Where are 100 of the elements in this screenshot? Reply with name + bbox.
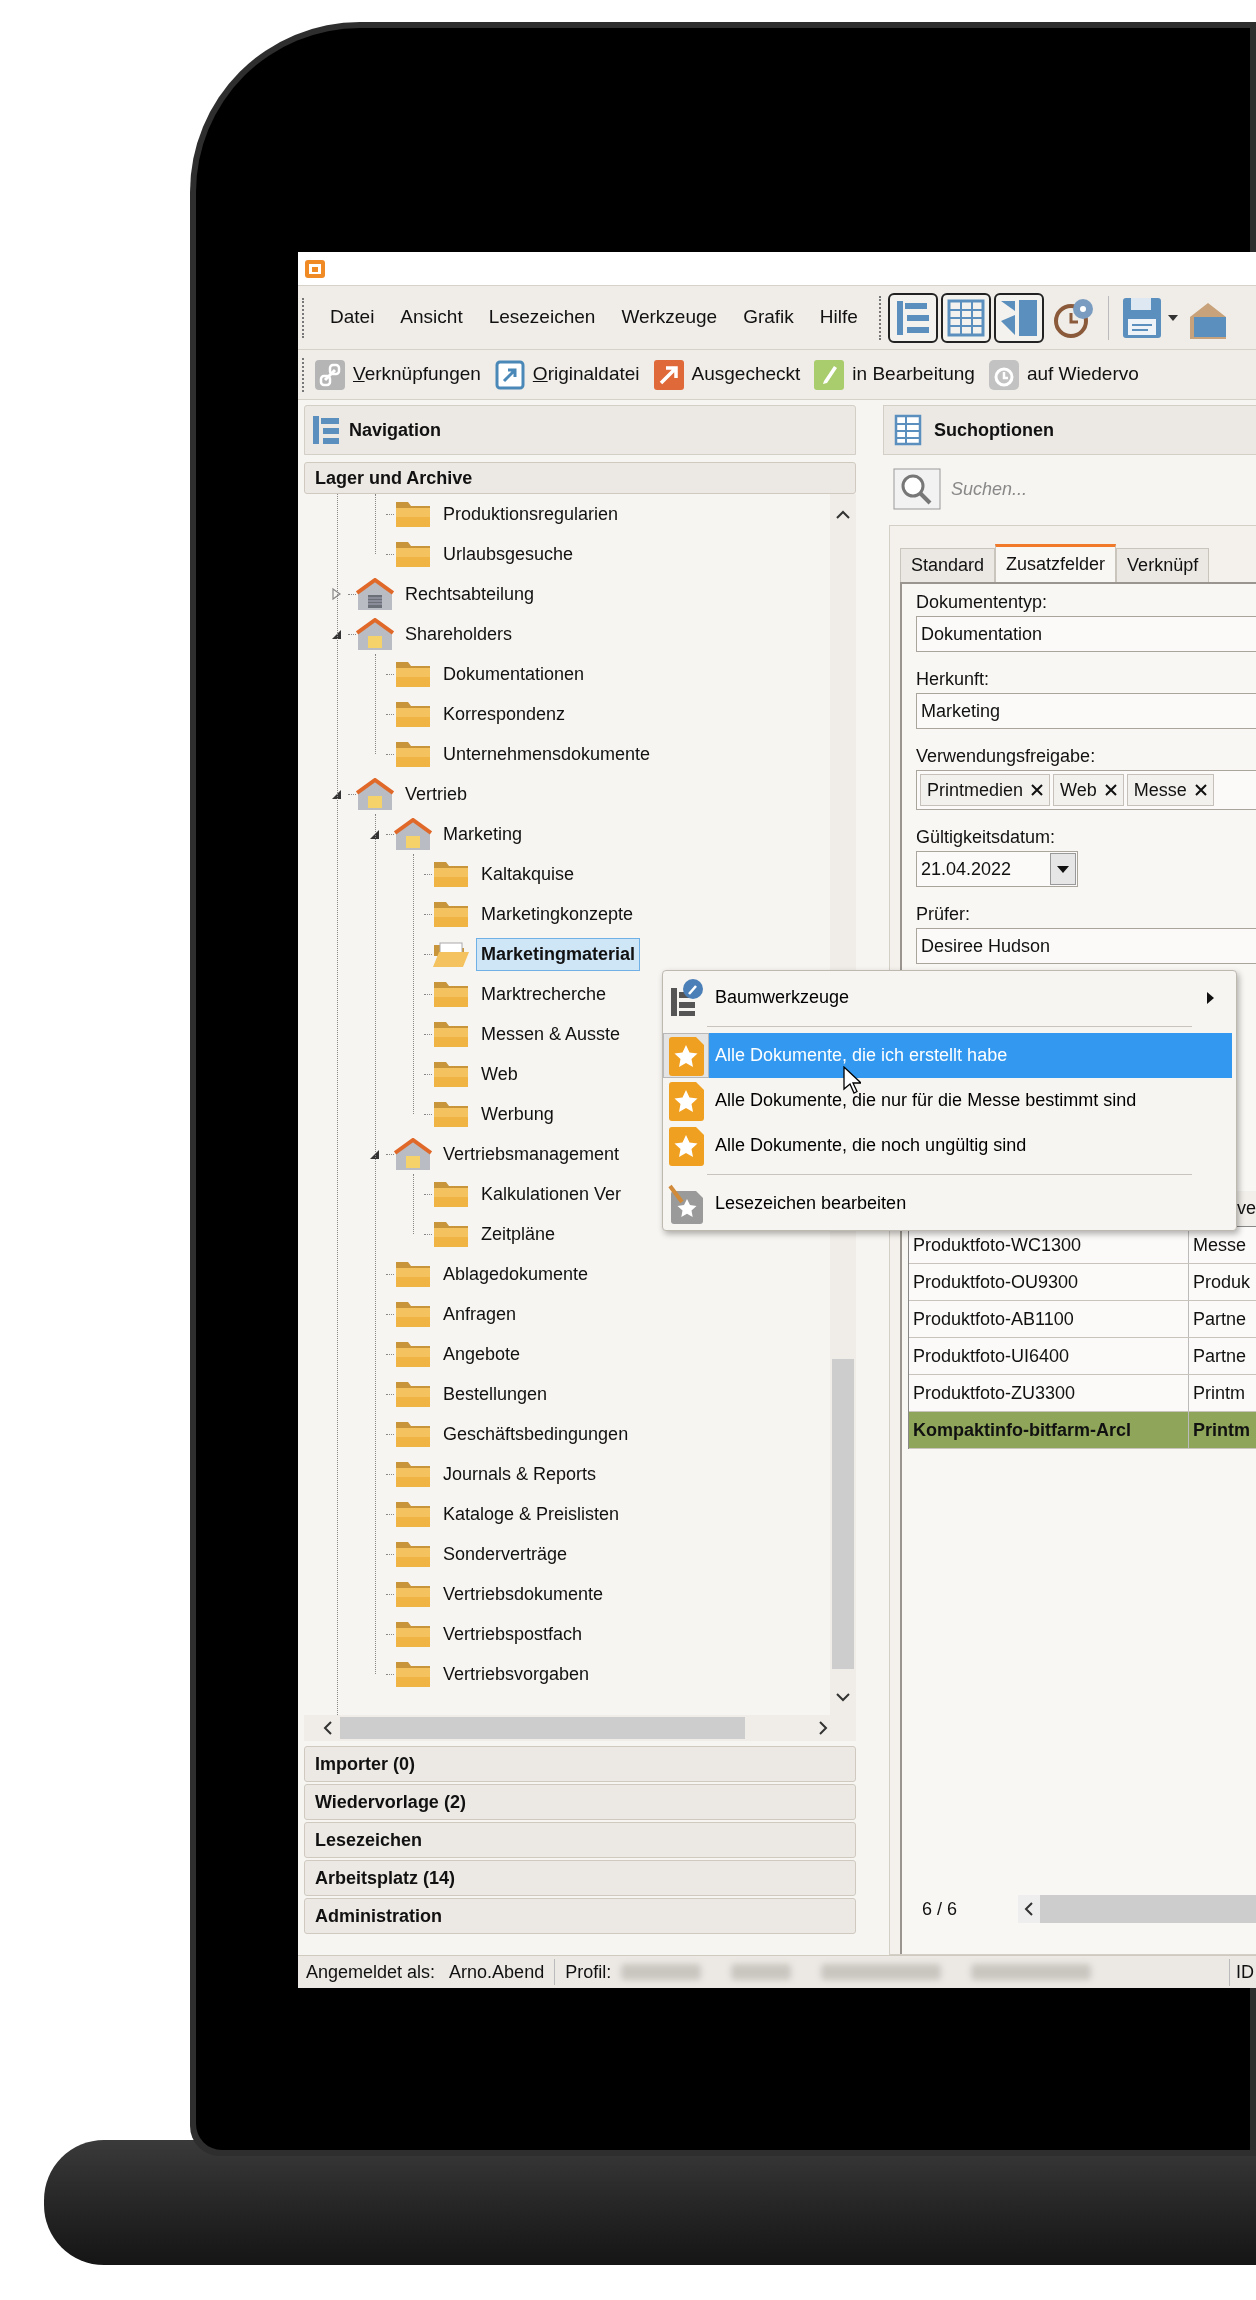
tree-item[interactable]: Web (476, 1057, 523, 1091)
mouse-cursor-icon (843, 1066, 861, 1094)
tree-item[interactable]: Marktrecherche (476, 977, 612, 1011)
scrollbar-thumb[interactable] (832, 1359, 854, 1669)
tree-item[interactable]: Vertrieb (400, 777, 473, 811)
section-header[interactable]: Lesezeichen (304, 1822, 856, 1858)
toolbar-button[interactable]: auf Wiedervo (988, 359, 1153, 390)
tree-item[interactable]: Bestellungen (438, 1377, 553, 1411)
split-view-icon[interactable] (993, 292, 1044, 343)
tree-item[interactable]: Marketingkonzepte (476, 897, 639, 931)
search-icon[interactable] (893, 468, 941, 510)
scrollbar-thumb[interactable] (340, 1717, 745, 1739)
field-label: Prüfer: (916, 903, 972, 926)
external-file-icon (494, 359, 525, 390)
section-header[interactable]: Arbeitsplatz (14) (304, 1860, 856, 1896)
chevron-down-icon[interactable] (835, 1691, 851, 1703)
search-field[interactable]: Suchen... (951, 469, 1256, 509)
tree-item[interactable]: Marketingmaterial (476, 937, 641, 971)
toolbar-button[interactable]: Ausgecheckt (653, 359, 815, 390)
tree-item[interactable]: Sonderverträge (438, 1537, 573, 1571)
horizontal-scrollbar[interactable] (1018, 1895, 1256, 1923)
tree-item[interactable]: Vertriebsmanagement (438, 1137, 625, 1171)
tree-item[interactable]: Journals & Reports (438, 1457, 602, 1491)
tab[interactable]: Zusatzfelder (995, 544, 1117, 582)
tree-item[interactable]: Geschäftsbedingungen (438, 1417, 634, 1451)
table-cell-text: Produk (1192, 1270, 1252, 1294)
tree-item[interactable]: Korrespondenz (438, 697, 571, 731)
menu-item[interactable]: Alle Dokumente, die noch ungültig sind (663, 1123, 1234, 1168)
tree-item[interactable]: Produktionsregularien (438, 497, 624, 531)
table-cell-text: Partne (1192, 1307, 1248, 1331)
panel-title: Suchoptionen (934, 418, 1054, 442)
tree-item[interactable]: Vertriebspostfach (438, 1617, 588, 1651)
menu-item[interactable]: Lesezeichen bearbeiten (663, 1181, 1234, 1226)
date-field[interactable]: 21.04.2022 (916, 851, 1078, 887)
folder-icon (432, 1059, 470, 1089)
folder-icon (432, 899, 470, 929)
menu-item[interactable]: Ansicht (389, 299, 474, 336)
tree-item[interactable]: Marketing (438, 817, 528, 851)
tree-item[interactable]: Angebote (438, 1337, 526, 1371)
tree-item[interactable]: Rechtsabteilung (400, 577, 540, 611)
text-field[interactable]: Desiree Hudson (916, 928, 1256, 964)
folder-icon (432, 979, 470, 1009)
clock-icon (988, 359, 1019, 390)
toolbar-button[interactable]: Originaldatei (494, 359, 654, 390)
tree-item[interactable]: Kaltakquise (476, 857, 580, 891)
folder-icon (432, 1179, 470, 1209)
tree-view-icon[interactable] (887, 292, 938, 343)
field-label: Verwendungsfreigabe: (916, 745, 1097, 768)
folder-icon (394, 1259, 432, 1289)
text-field[interactable]: Marketing (916, 693, 1256, 729)
folder-icon (432, 1219, 470, 1249)
toolbar-button[interactable]: Verknüpfungen (315, 359, 495, 390)
menu-item[interactable]: Werkzeuge (610, 299, 729, 336)
close-icon[interactable] (1031, 784, 1044, 796)
section-header[interactable]: Administration (304, 1898, 856, 1934)
close-icon[interactable] (1104, 784, 1117, 796)
menu-item[interactable]: Baumwerkzeuge (663, 975, 1234, 1020)
menu-item[interactable]: Grafik (732, 299, 805, 336)
tag-field[interactable]: Printmedien Web Messe (916, 770, 1256, 810)
tab[interactable]: Standard (900, 548, 996, 582)
section-header[interactable]: Lager und Archive (304, 462, 856, 494)
table-icon (894, 414, 922, 446)
tree-item[interactable]: Kataloge & Preislisten (438, 1497, 625, 1531)
tree-item[interactable]: Vertriebsdokumente (438, 1577, 609, 1611)
tree-item[interactable]: Ablagedokumente (438, 1257, 594, 1291)
menu-item[interactable]: Lesezeichen (477, 299, 607, 336)
section-header[interactable]: Wiedervorlage (2) (304, 1784, 856, 1820)
tab[interactable]: Verknüpf (1116, 548, 1210, 582)
folder-icon (394, 739, 432, 769)
star-bookmark-icon (667, 1080, 705, 1121)
tree-item[interactable]: Vertriebsvorgaben (438, 1657, 595, 1691)
tree-item[interactable]: Messen & Ausste (476, 1017, 626, 1051)
folder-icon (394, 1539, 432, 1569)
field-label: Herkunft: (916, 668, 991, 691)
table-view-icon[interactable] (940, 292, 991, 343)
status-label: Angemeldet als: (305, 1960, 436, 1984)
menu-item[interactable]: Datei (319, 299, 386, 336)
tree-item[interactable]: Kalkulationen Ver (476, 1177, 627, 1211)
app-logo-icon (304, 258, 326, 279)
menu-item[interactable]: Hilfe (808, 299, 869, 336)
tree-item[interactable]: Urlaubsgesuche (438, 537, 579, 571)
caret-icon[interactable] (1166, 312, 1179, 323)
text-field[interactable]: Dokumentation (916, 616, 1256, 652)
tree-item[interactable]: Unternehmensdokumente (438, 737, 656, 771)
folder-icon (394, 1459, 432, 1489)
tree-item[interactable]: Werbung (476, 1097, 559, 1131)
folder-icon (394, 1659, 432, 1689)
tree-item[interactable]: Zeitpläne (476, 1217, 561, 1251)
close-icon[interactable] (1194, 784, 1207, 796)
chevron-left-icon[interactable] (1018, 1895, 1040, 1923)
tree-item[interactable]: Dokumentationen (438, 657, 590, 691)
tree-item[interactable]: Shareholders (400, 617, 518, 651)
section-header[interactable]: Importer (0) (304, 1746, 856, 1782)
toolbar-button[interactable]: in Bearbeitung (814, 359, 989, 390)
tree-item[interactable]: Anfragen (438, 1297, 522, 1331)
folder-icon (394, 1299, 432, 1329)
chevron-up-icon[interactable] (835, 508, 851, 520)
warehouse-icon (356, 778, 394, 810)
horizontal-scrollbar[interactable] (304, 1715, 856, 1741)
chain-link-icon (315, 359, 345, 390)
